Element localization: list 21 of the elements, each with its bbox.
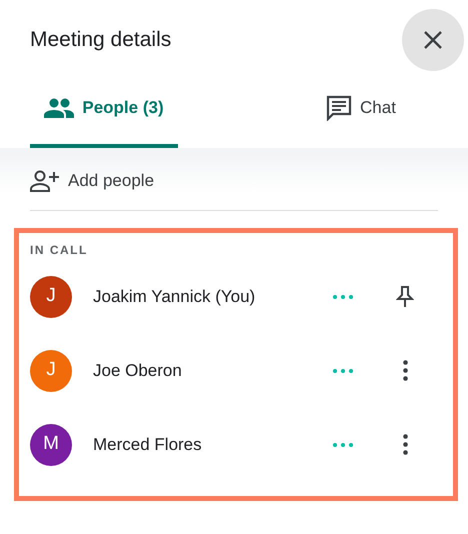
close-icon	[423, 30, 443, 50]
more-vertical-icon	[402, 360, 408, 381]
avatar: J	[30, 350, 72, 392]
avatar: M	[30, 424, 72, 466]
add-person-icon	[30, 170, 60, 192]
tab[interactable]: Chat	[286, 72, 436, 148]
people-icon	[44, 98, 74, 118]
pin-icon	[396, 284, 414, 308]
section-heading: IN CALL	[30, 242, 89, 258]
audio-indicator-icon	[333, 294, 353, 298]
pin-button[interactable]	[395, 284, 415, 308]
add-people-button[interactable]: Add people	[30, 168, 154, 194]
avatar: J	[30, 276, 72, 318]
panel-title: Meeting details	[30, 26, 172, 53]
audio-indicator-icon	[333, 368, 353, 372]
more-vertical-icon	[402, 434, 408, 455]
participant-name: Joakim Yannick (You)	[93, 286, 256, 308]
participant-name: Merced Flores	[93, 434, 203, 456]
participant-name: Joe Oberon	[93, 360, 183, 382]
chat-icon	[326, 95, 352, 121]
audio-indicator-icon	[333, 442, 353, 446]
